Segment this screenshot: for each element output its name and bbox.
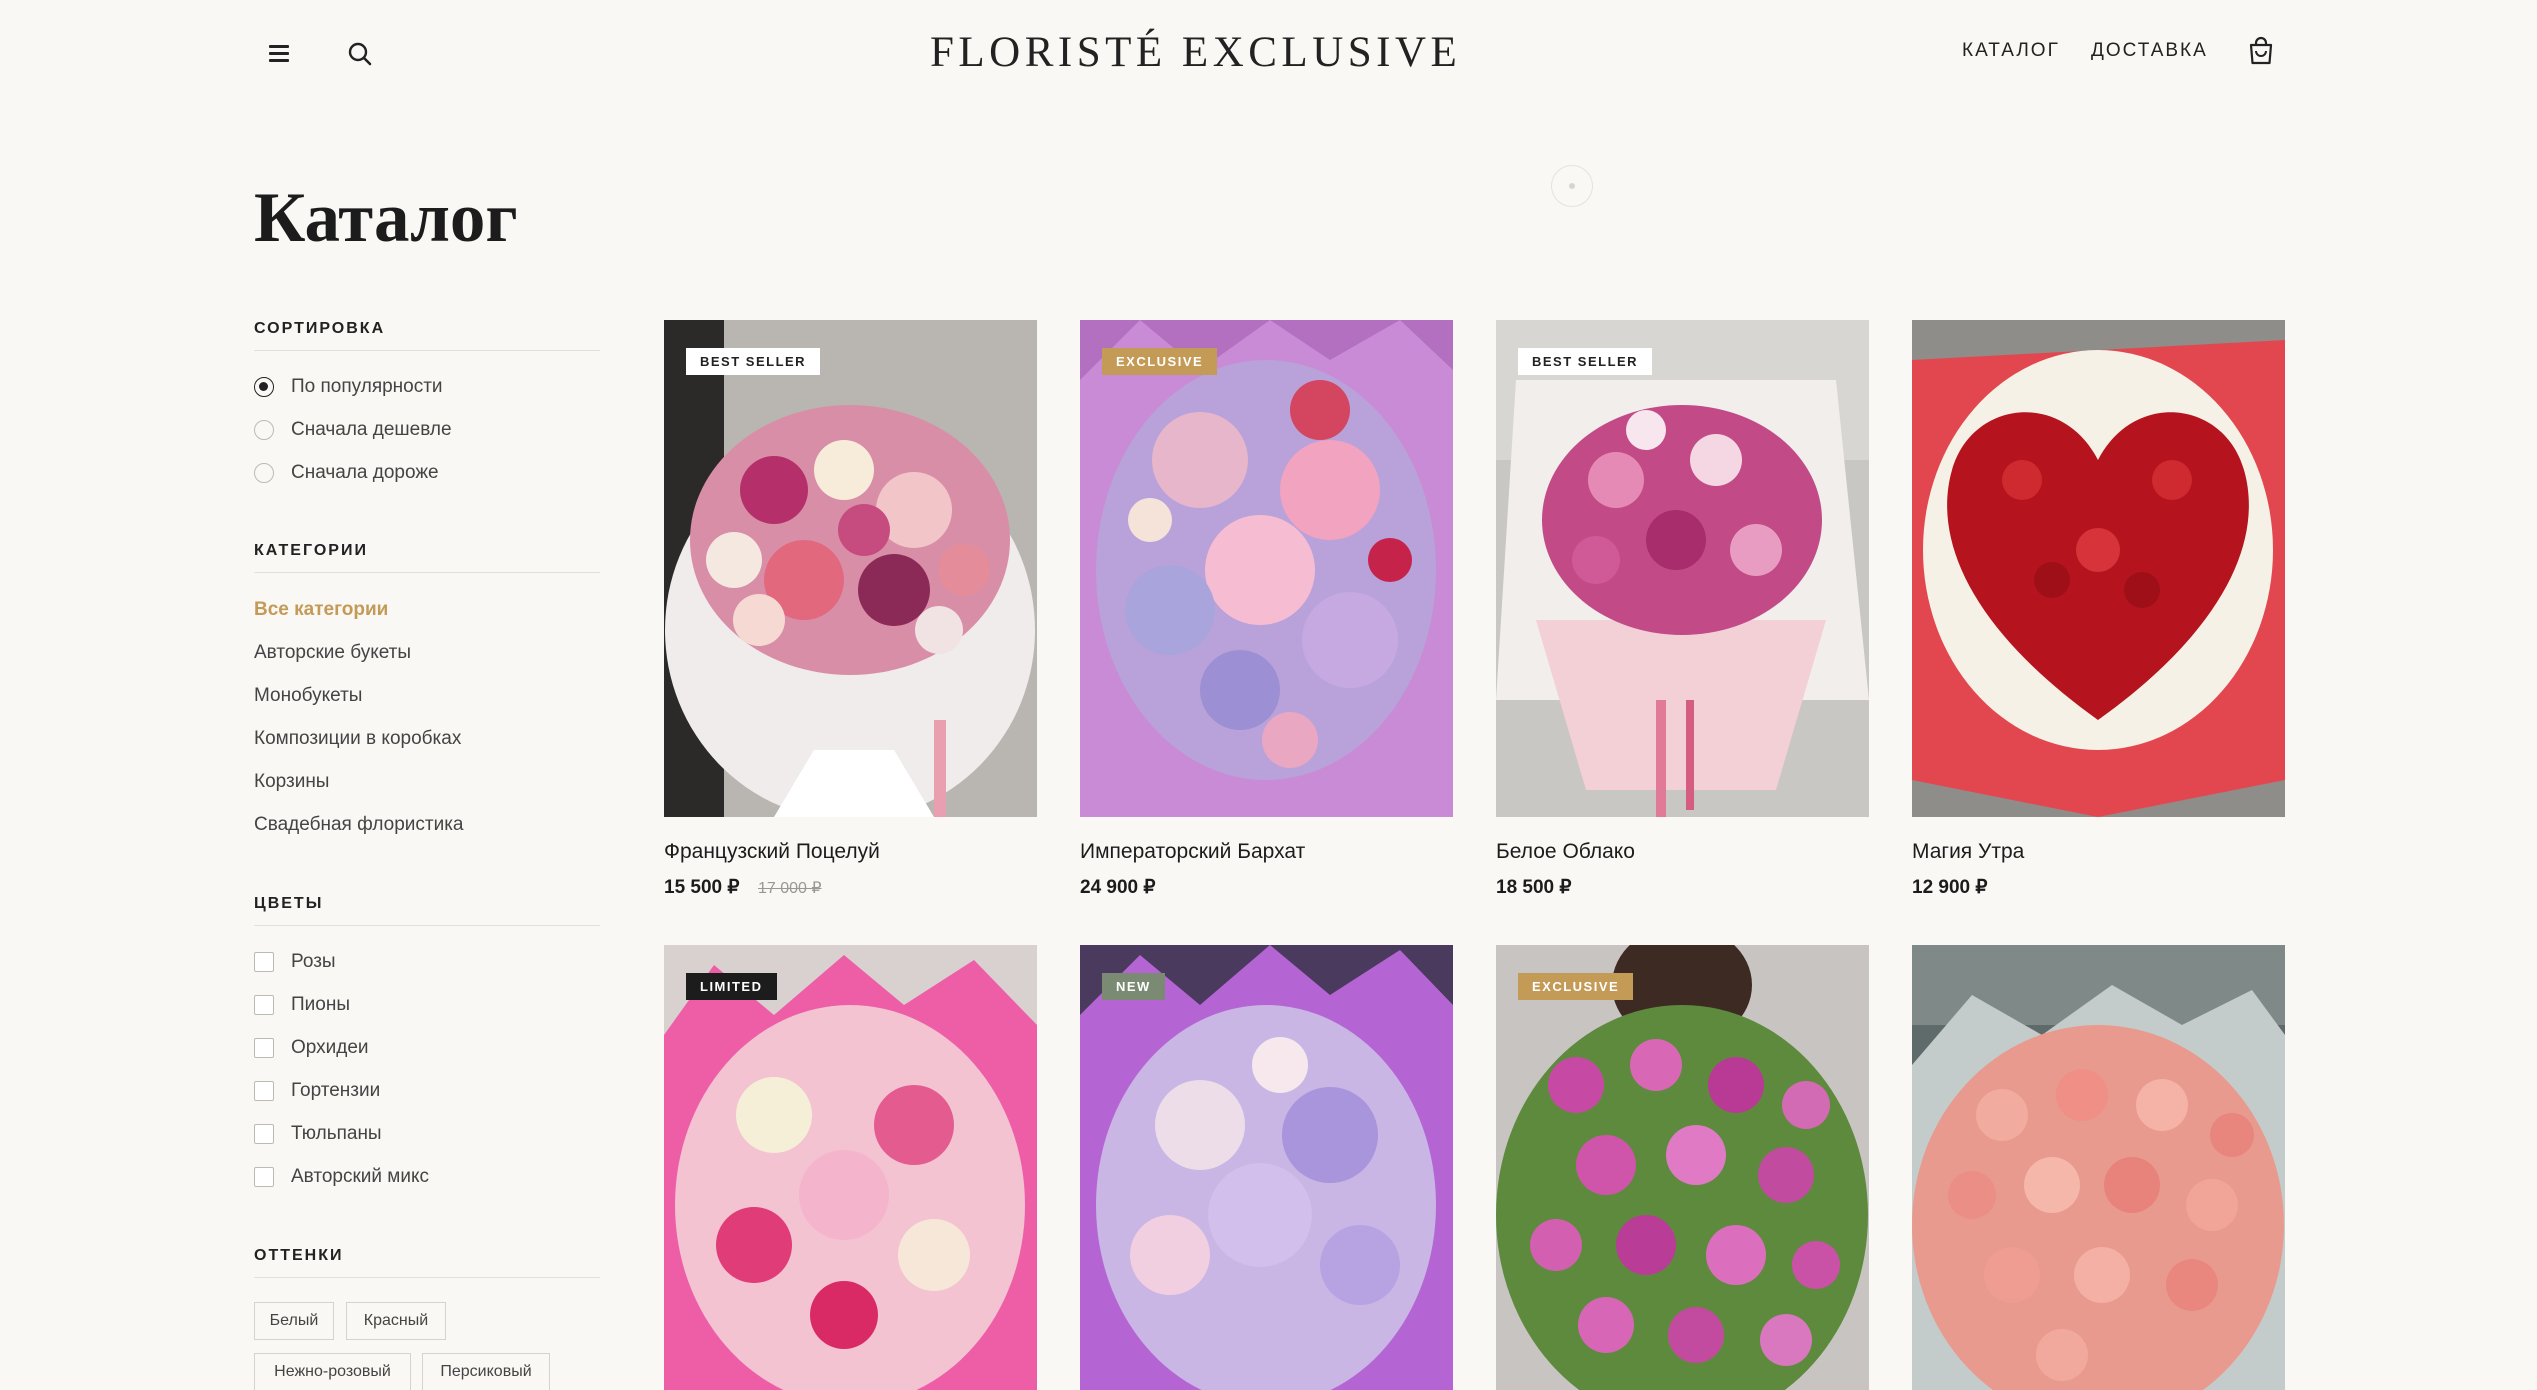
- checkbox-icon[interactable]: [254, 1124, 274, 1144]
- radio-icon[interactable]: [254, 463, 274, 483]
- product-badge: BEST SELLER: [1518, 348, 1653, 375]
- product-price: 24 900 ₽: [1080, 877, 1156, 898]
- product-badge: NEW: [1102, 973, 1165, 1000]
- sort-title: СОРТИРОВКА: [254, 320, 600, 351]
- product-price: 18 500 ₽: [1496, 877, 1572, 898]
- category-wedding[interactable]: Свадебная флористика: [254, 814, 464, 836]
- nav-catalog-link[interactable]: КАТАЛОГ: [1962, 40, 2060, 62]
- product-name[interactable]: Магия Утра: [1912, 840, 2024, 864]
- product-image[interactable]: BEST SELLER: [1496, 320, 1869, 817]
- checkbox-icon[interactable]: [254, 995, 274, 1015]
- product-badge: BEST SELLER: [686, 348, 821, 375]
- shade-chip-white[interactable]: Белый: [254, 1302, 334, 1340]
- product-image[interactable]: [1912, 320, 2285, 817]
- product-card[interactable]: NEW: [1080, 945, 1453, 1390]
- product-image[interactable]: BEST SELLER: [664, 320, 1037, 817]
- cart-icon[interactable]: [2246, 36, 2276, 68]
- category-monobouquets[interactable]: Монобукеты: [254, 685, 362, 707]
- product-badge: EXCLUSIVE: [1518, 973, 1634, 1000]
- site-header: FLORISTÉ EXCLUSIVE КАТАЛОГ ДОСТАВКА: [0, 0, 2537, 106]
- product-name[interactable]: Белое Облако: [1496, 840, 1635, 864]
- product-image[interactable]: [1912, 945, 2285, 1390]
- site-logo[interactable]: FLORISTÉ EXCLUSIVE: [930, 28, 1457, 77]
- checkbox-icon[interactable]: [254, 1167, 274, 1187]
- category-all[interactable]: Все категории: [254, 599, 388, 621]
- category-box-compositions[interactable]: Композиции в коробках: [254, 728, 461, 750]
- shades-title: ОТТЕНКИ: [254, 1247, 600, 1278]
- category-author-bouquets[interactable]: Авторские букеты: [254, 642, 411, 664]
- product-badge: LIMITED: [686, 973, 777, 1000]
- radio-selected-icon[interactable]: [254, 377, 274, 397]
- category-baskets[interactable]: Корзины: [254, 771, 329, 793]
- product-card[interactable]: EXCLUSIVE: [1496, 945, 1869, 1390]
- categories-title: КАТЕГОРИИ: [254, 542, 600, 573]
- loading-spinner: [1551, 165, 1593, 207]
- checkbox-icon[interactable]: [254, 1038, 274, 1058]
- shade-chip-peach[interactable]: Персиковый: [422, 1353, 550, 1390]
- product-card[interactable]: LIMITED: [664, 945, 1037, 1390]
- product-price: 15 500 ₽: [664, 877, 740, 898]
- shade-chip-red[interactable]: Красный: [346, 1302, 446, 1340]
- product-image[interactable]: EXCLUSIVE: [1496, 945, 1869, 1390]
- checkbox-icon[interactable]: [254, 952, 274, 972]
- shade-chip-pink[interactable]: Нежно-розовый: [254, 1353, 411, 1390]
- checkbox-icon[interactable]: [254, 1081, 274, 1101]
- product-badge: EXCLUSIVE: [1102, 348, 1218, 375]
- radio-icon[interactable]: [254, 420, 274, 440]
- product-price: 12 900 ₽: [1912, 877, 1988, 898]
- product-card[interactable]: [1912, 945, 2285, 1390]
- search-icon[interactable]: [344, 38, 376, 70]
- product-image[interactable]: LIMITED: [664, 945, 1037, 1390]
- flowers-title: ЦВЕТЫ: [254, 895, 600, 926]
- nav-delivery-link[interactable]: ДОСТАВКА: [2091, 40, 2208, 62]
- product-image[interactable]: EXCLUSIVE: [1080, 320, 1453, 817]
- product-name[interactable]: Французский Поцелуй: [664, 840, 880, 864]
- product-old-price: 17 000 ₽: [758, 880, 822, 897]
- product-image[interactable]: NEW: [1080, 945, 1453, 1390]
- page-title: Каталог: [254, 179, 518, 257]
- product-name[interactable]: Императорский Бархат: [1080, 840, 1305, 864]
- menu-icon[interactable]: [266, 40, 292, 66]
